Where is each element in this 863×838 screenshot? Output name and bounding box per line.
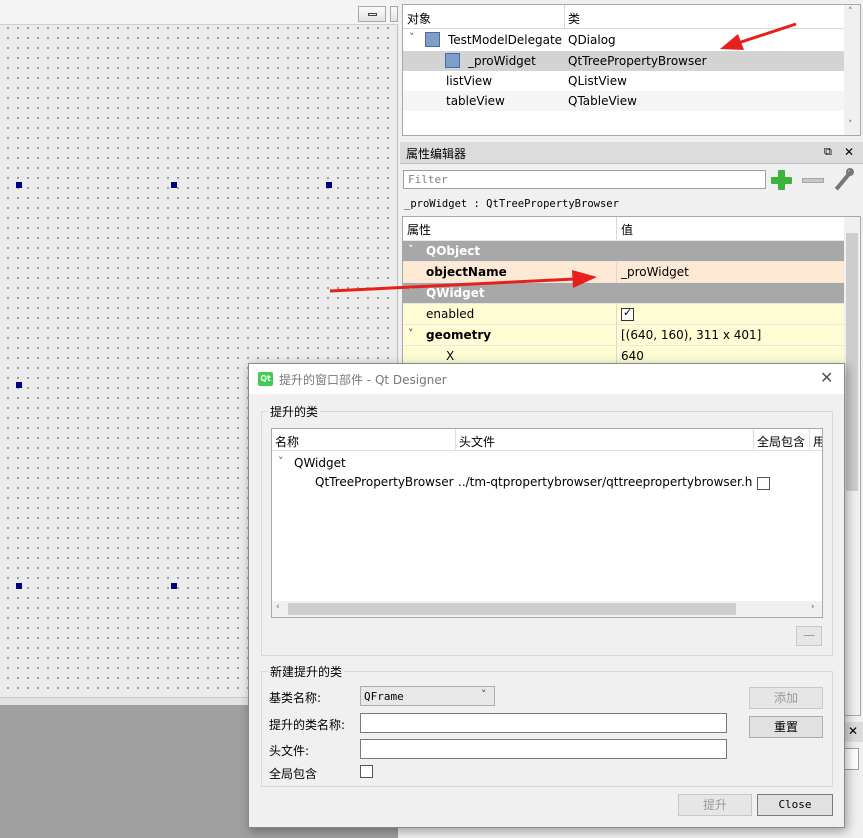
object-name: TestModelDelegate bbox=[448, 33, 563, 47]
selection-handle[interactable] bbox=[16, 583, 22, 589]
object-class: QDialog bbox=[568, 33, 616, 47]
header-file-label: 头文件: bbox=[269, 744, 310, 758]
column-header[interactable]: 头文件 bbox=[456, 429, 754, 451]
property-group-row[interactable]: ˅ QWidget bbox=[403, 283, 844, 304]
promoted-class-name-input[interactable] bbox=[360, 713, 727, 733]
minimize-button[interactable] bbox=[358, 6, 386, 22]
tree-row[interactable]: ˅ TestModelDelegate QDialog bbox=[403, 30, 845, 50]
expand-arrow-icon[interactable]: ˅ bbox=[408, 243, 414, 256]
wrench-icon[interactable] bbox=[832, 168, 854, 192]
vertical-scrollbar[interactable] bbox=[844, 217, 860, 715]
vertical-scrollbar[interactable]: ˄ ˅ bbox=[844, 5, 860, 135]
column-header[interactable]: 名称 bbox=[272, 429, 456, 451]
selection-handle[interactable] bbox=[326, 182, 332, 188]
expand-arrow-icon[interactable]: ˅ bbox=[278, 455, 284, 468]
tree-row[interactable]: QtTreePropertyBrowser ../tm-qtpropertybr… bbox=[272, 473, 822, 493]
group-title: 提升的类 bbox=[268, 403, 321, 420]
promoted-header-file: ../tm-qtpropertybrowser/qttreepropertybr… bbox=[458, 475, 753, 489]
promoted-widgets-dialog: Qt 提升的窗口部件 - Qt Designer ✕ 提升的类 名称 头文件 全… bbox=[248, 363, 845, 828]
base-class-label: 基类名称: bbox=[269, 691, 322, 705]
property-group-row[interactable]: ˅ QObject bbox=[403, 241, 844, 262]
property-row-enabled[interactable]: enabled ✓ bbox=[403, 304, 844, 325]
property-value[interactable]: [(640, 160), 311 x 401] bbox=[621, 328, 761, 342]
property-name: objectName bbox=[426, 265, 507, 279]
base-class-combo[interactable]: QFrame ˅ bbox=[360, 686, 495, 706]
filter-placeholder: Filter bbox=[408, 173, 448, 186]
property-row-geometry[interactable]: ˅ geometry [(640, 160), 311 x 401] bbox=[403, 325, 844, 346]
reset-button[interactable]: 重置 bbox=[749, 716, 823, 738]
checkbox-icon[interactable] bbox=[757, 477, 770, 490]
promote-button[interactable]: 提升 bbox=[678, 794, 752, 816]
object-inspector: 对象 类 ˅ TestModelDelegate QDialog _proWid… bbox=[402, 4, 861, 136]
property-name: X bbox=[446, 349, 455, 363]
current-object-label: _proWidget : QtTreePropertyBrowser bbox=[404, 198, 619, 210]
property-value[interactable]: 640 bbox=[621, 349, 644, 363]
lower-dock-titlebar: ✕ bbox=[843, 722, 863, 742]
column-object[interactable]: 对象 bbox=[407, 10, 431, 27]
selection-handle[interactable] bbox=[16, 382, 22, 388]
plus-icon[interactable] bbox=[770, 168, 794, 192]
add-button[interactable]: 添加 bbox=[749, 687, 823, 709]
header-file-input[interactable] bbox=[360, 739, 727, 759]
tree-row[interactable]: listView QListView bbox=[403, 71, 845, 91]
column-property[interactable]: 属性 bbox=[407, 221, 431, 238]
lower-dock-input[interactable] bbox=[843, 748, 859, 770]
float-icon[interactable]: ⧉ bbox=[824, 145, 832, 159]
property-value[interactable]: _proWidget bbox=[621, 265, 689, 279]
tree-row[interactable]: tableView QTableView bbox=[403, 91, 845, 111]
minimize-icon bbox=[368, 13, 377, 16]
column-value[interactable]: 值 bbox=[621, 221, 633, 238]
horizontal-scrollbar[interactable]: ‹ › bbox=[272, 601, 822, 617]
tree-row[interactable]: ˅ QWidget bbox=[272, 454, 822, 474]
property-row-objectname[interactable]: objectName _proWidget bbox=[403, 262, 844, 283]
checkbox-icon[interactable]: ✓ bbox=[621, 306, 634, 321]
property-name: enabled bbox=[426, 307, 475, 321]
close-icon[interactable]: ✕ bbox=[820, 368, 833, 387]
form-window-titlebar bbox=[0, 0, 398, 25]
tree-row-selected[interactable]: _proWidget QtTreePropertyBrowser bbox=[403, 51, 845, 71]
expand-arrow-icon[interactable]: ˅ bbox=[408, 327, 414, 340]
property-name: geometry bbox=[426, 328, 492, 342]
promoted-class-name: QtTreePropertyBrowser bbox=[315, 475, 454, 489]
widget-icon bbox=[425, 32, 440, 47]
filter-input[interactable]: Filter bbox=[403, 170, 766, 189]
object-class: QtTreePropertyBrowser bbox=[568, 54, 707, 68]
property-editor-title: 属性编辑器 bbox=[406, 147, 467, 161]
global-include-label: 全局包含 bbox=[269, 767, 318, 781]
expand-arrow-icon[interactable]: ˅ bbox=[408, 285, 414, 298]
object-class: QTableView bbox=[568, 94, 637, 108]
column-class[interactable]: 类 bbox=[568, 10, 580, 27]
remove-class-button[interactable]: — bbox=[796, 626, 822, 646]
close-icon[interactable]: ✕ bbox=[848, 724, 858, 738]
group-name: QWidget bbox=[426, 286, 485, 300]
column-header[interactable]: 用 bbox=[810, 429, 822, 451]
selection-handle[interactable] bbox=[16, 182, 22, 188]
qt-logo-icon: Qt bbox=[258, 372, 273, 386]
minus-icon[interactable] bbox=[802, 178, 824, 183]
column-header[interactable]: 全局包含 bbox=[754, 429, 810, 451]
object-name: listView bbox=[446, 74, 493, 88]
maximize-button[interactable] bbox=[390, 6, 398, 22]
promoted-classes-list[interactable]: 名称 头文件 全局包含 用 ˅ QWidget QtTreePropertyBr… bbox=[271, 428, 823, 618]
close-icon[interactable]: ✕ bbox=[844, 145, 854, 159]
chevron-down-icon: ˅ bbox=[481, 688, 487, 701]
selection-handle[interactable] bbox=[171, 182, 177, 188]
object-name: _proWidget bbox=[468, 54, 536, 68]
dialog-title: 提升的窗口部件 - Qt Designer bbox=[279, 373, 447, 387]
selection-handle[interactable] bbox=[171, 583, 177, 589]
dialog-titlebar: Qt 提升的窗口部件 - Qt Designer ✕ bbox=[249, 364, 844, 394]
close-button[interactable]: Close bbox=[757, 794, 833, 816]
global-include-checkbox[interactable] bbox=[360, 765, 373, 778]
object-inspector-header: 对象 类 bbox=[403, 5, 845, 29]
property-editor-titlebar: 属性编辑器 ⧉ ✕ bbox=[400, 142, 863, 164]
group-title: 新建提升的类 bbox=[268, 663, 345, 680]
promoted-name-label: 提升的类名称: bbox=[269, 718, 346, 732]
base-class-name: QWidget bbox=[294, 456, 346, 470]
widget-icon bbox=[445, 53, 460, 68]
property-table-header: 属性 值 bbox=[403, 217, 844, 241]
group-name: QObject bbox=[426, 244, 481, 258]
object-class: QListView bbox=[568, 74, 627, 88]
expand-arrow-icon[interactable]: ˅ bbox=[409, 31, 415, 44]
object-name: tableView bbox=[446, 94, 505, 108]
